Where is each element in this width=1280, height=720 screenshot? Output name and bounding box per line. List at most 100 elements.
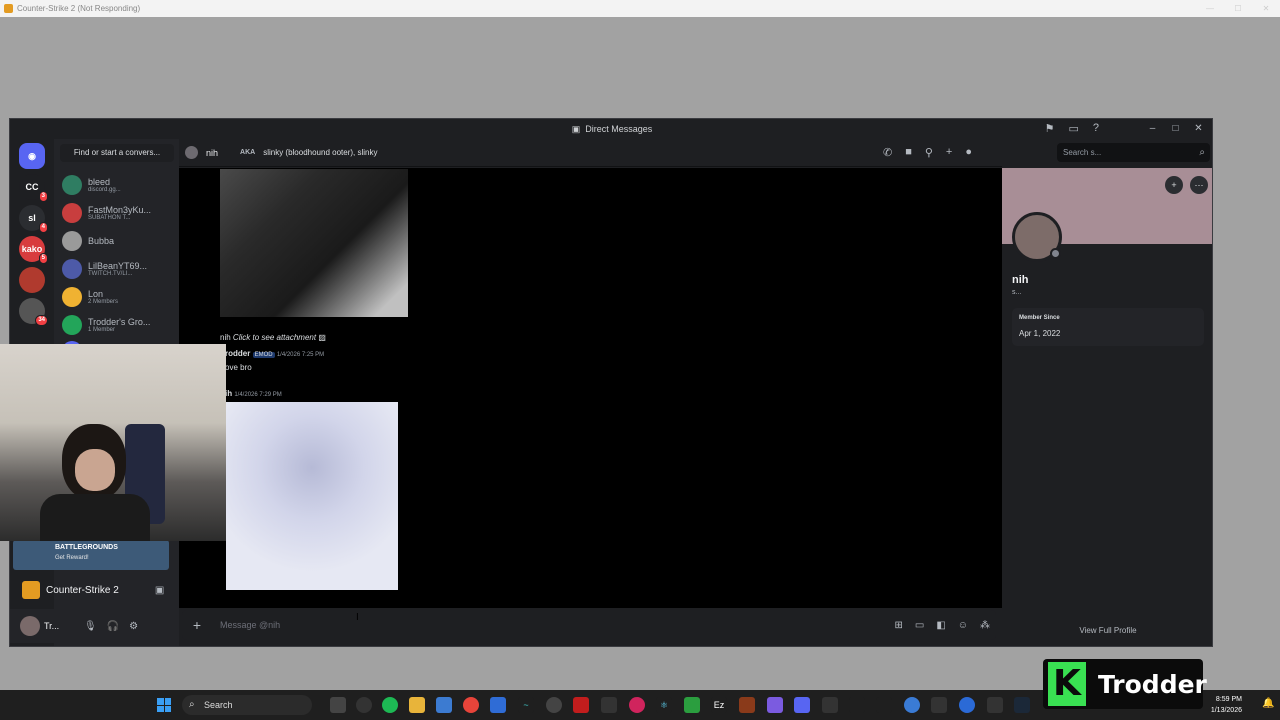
- taskbar-app-icon[interactable]: [876, 697, 892, 713]
- dm-status: discord.gg...: [88, 187, 121, 193]
- spotify-icon[interactable]: [382, 697, 398, 713]
- discord-home-icon[interactable]: ◉: [19, 143, 45, 169]
- chrome-icon[interactable]: [463, 697, 479, 713]
- server-cc[interactable]: CC 3: [19, 174, 48, 202]
- taskbar-app-icon[interactable]: [904, 697, 920, 713]
- flag-icon[interactable]: ⚑: [1045, 122, 1055, 135]
- taskbar-search[interactable]: ⌕ Search: [182, 695, 312, 715]
- taskbar-app-icon[interactable]: [436, 697, 452, 713]
- pin-icon[interactable]: ⚲: [925, 146, 933, 159]
- gift-icon[interactable]: ⊞: [894, 620, 902, 631]
- dm-name: LilBeanYT69...: [88, 261, 148, 271]
- add-friend-button[interactable]: +: [1165, 176, 1183, 194]
- server-icon[interactable]: [19, 267, 45, 293]
- discord-maximize-button[interactable]: □: [1164, 119, 1187, 139]
- unread-badge: 34: [35, 315, 48, 326]
- image-attachment[interactable]: [220, 169, 408, 317]
- message-composer[interactable]: + Message @nih ⊞ ▭ ◧ ☺ ⁂: [182, 610, 996, 640]
- message-author[interactable]: rodder: [225, 349, 250, 358]
- taskbar-app-icon[interactable]: [822, 697, 838, 713]
- image-icon: ▨: [318, 333, 326, 342]
- view-full-profile-link[interactable]: View Full Profile: [1002, 626, 1212, 635]
- dm-item[interactable]: LilBeanYT69... TWITCH.TV/LI...: [62, 257, 177, 281]
- chat-recipient-name[interactable]: nih: [206, 148, 218, 158]
- taskbar-app-icon[interactable]: [490, 697, 506, 713]
- find-conversation-button[interactable]: Find or start a convers...: [60, 144, 174, 162]
- gear-icon[interactable]: ⚙: [129, 621, 138, 632]
- dm-item[interactable]: Trodder's Gro... 1 Member: [62, 313, 177, 337]
- minimize-button[interactable]: —: [1196, 0, 1224, 17]
- steam-icon[interactable]: [1014, 697, 1030, 713]
- dm-icon: ▣: [571, 123, 581, 134]
- avatar: [62, 259, 82, 279]
- taskbar-app-icon[interactable]: [931, 697, 947, 713]
- taskbar-search-label: Search: [204, 700, 233, 710]
- message-timestamp: 1/4/2026 7:25 PM: [276, 352, 325, 358]
- avatar[interactable]: [20, 616, 40, 636]
- maximize-button[interactable]: ☐: [1224, 0, 1252, 17]
- taskbar-app-icon[interactable]: [684, 697, 700, 713]
- taskbar-app-icon[interactable]: [987, 697, 1003, 713]
- dm-item[interactable]: Lon 2 Members: [62, 285, 177, 309]
- more-options-button[interactable]: ⋯: [1190, 176, 1208, 194]
- discord-minimize-button[interactable]: –: [1141, 119, 1164, 139]
- taskbar-app-icon[interactable]: [767, 697, 783, 713]
- help-icon[interactable]: ?: [1093, 122, 1099, 135]
- game-window-title: Counter-Strike 2 (Not Responding): [17, 4, 141, 13]
- gif-icon[interactable]: ▭: [915, 620, 924, 631]
- phone-icon[interactable]: ✆: [883, 146, 892, 159]
- reply-preview[interactable]: nih Click to see attachment ▨: [220, 333, 326, 342]
- image-attachment[interactable]: [226, 402, 398, 590]
- server-icon[interactable]: 34: [19, 298, 48, 326]
- dm-item[interactable]: bleed discord.gg...: [62, 173, 177, 197]
- mic-icon[interactable]: 🎙: [84, 621, 97, 632]
- taskbar-app-icon[interactable]: [330, 697, 346, 713]
- sticker-icon[interactable]: ◧: [936, 620, 945, 631]
- game-reward-card[interactable]: BATTLEGROUNDS Get Reward!: [13, 540, 169, 570]
- notification-bell-icon[interactable]: 🔔: [1262, 698, 1274, 709]
- taskbar-app-icon[interactable]: [959, 697, 975, 713]
- dm-name: Bubba: [88, 236, 115, 246]
- screen-icon[interactable]: ▭: [1068, 122, 1078, 135]
- discord-taskbar-icon[interactable]: [794, 697, 810, 713]
- apps-icon[interactable]: ⁂: [980, 620, 990, 631]
- taskbar-app-icon[interactable]: Ez: [711, 697, 727, 713]
- search-input[interactable]: Search s... ⌕: [1057, 143, 1210, 162]
- unread-badge: 4: [38, 222, 48, 233]
- search-placeholder: Search s...: [1063, 148, 1102, 157]
- taskbar-app-icon[interactable]: ~: [518, 697, 534, 713]
- now-playing-game: Counter-Strike 2: [46, 584, 119, 596]
- emoji-icon[interactable]: ☺: [958, 620, 968, 631]
- add-friend-icon[interactable]: +: [946, 146, 952, 159]
- taskbar-app-icon[interactable]: [356, 697, 372, 713]
- dm-item[interactable]: FastMon3yKu... SUBATHON T...: [62, 201, 177, 225]
- now-playing[interactable]: Counter-Strike 2 ▣: [10, 575, 179, 605]
- add-attachment-button[interactable]: +: [182, 617, 212, 633]
- taskbar-app-icon[interactable]: [849, 697, 865, 713]
- dm-item[interactable]: Bubba: [62, 229, 177, 253]
- windows-start-icon[interactable]: [157, 698, 171, 712]
- server-kako[interactable]: kako 5: [19, 236, 48, 264]
- profile-toggle-icon[interactable]: ●: [965, 146, 972, 159]
- taskbar-app-icon[interactable]: [739, 697, 755, 713]
- discord-close-button[interactable]: ✕: [1187, 119, 1210, 139]
- unread-badge: 5: [38, 253, 48, 264]
- username: Tr...: [44, 621, 60, 631]
- taskbar-app-icon[interactable]: ⚛: [656, 697, 672, 713]
- taskbar-app-icon[interactable]: [546, 697, 562, 713]
- taskbar-app-icon[interactable]: [573, 697, 589, 713]
- profile-avatar[interactable]: [1012, 212, 1062, 262]
- search-icon: ⌕: [1199, 147, 1205, 158]
- epic-games-icon[interactable]: [601, 697, 617, 713]
- taskbar-app-icon[interactable]: [629, 697, 645, 713]
- file-explorer-icon[interactable]: [409, 697, 425, 713]
- message-author[interactable]: ih: [225, 389, 232, 398]
- close-button[interactable]: ✕: [1252, 0, 1280, 17]
- video-icon[interactable]: ■: [905, 146, 912, 159]
- counter-strike-icon: [4, 4, 13, 13]
- message-input[interactable]: Message @nih: [220, 620, 280, 630]
- avatar: [185, 146, 198, 159]
- screen-share-icon[interactable]: ▣: [155, 585, 164, 596]
- server-sl[interactable]: sl 4: [19, 205, 48, 233]
- headphones-icon[interactable]: 🎧: [107, 621, 119, 632]
